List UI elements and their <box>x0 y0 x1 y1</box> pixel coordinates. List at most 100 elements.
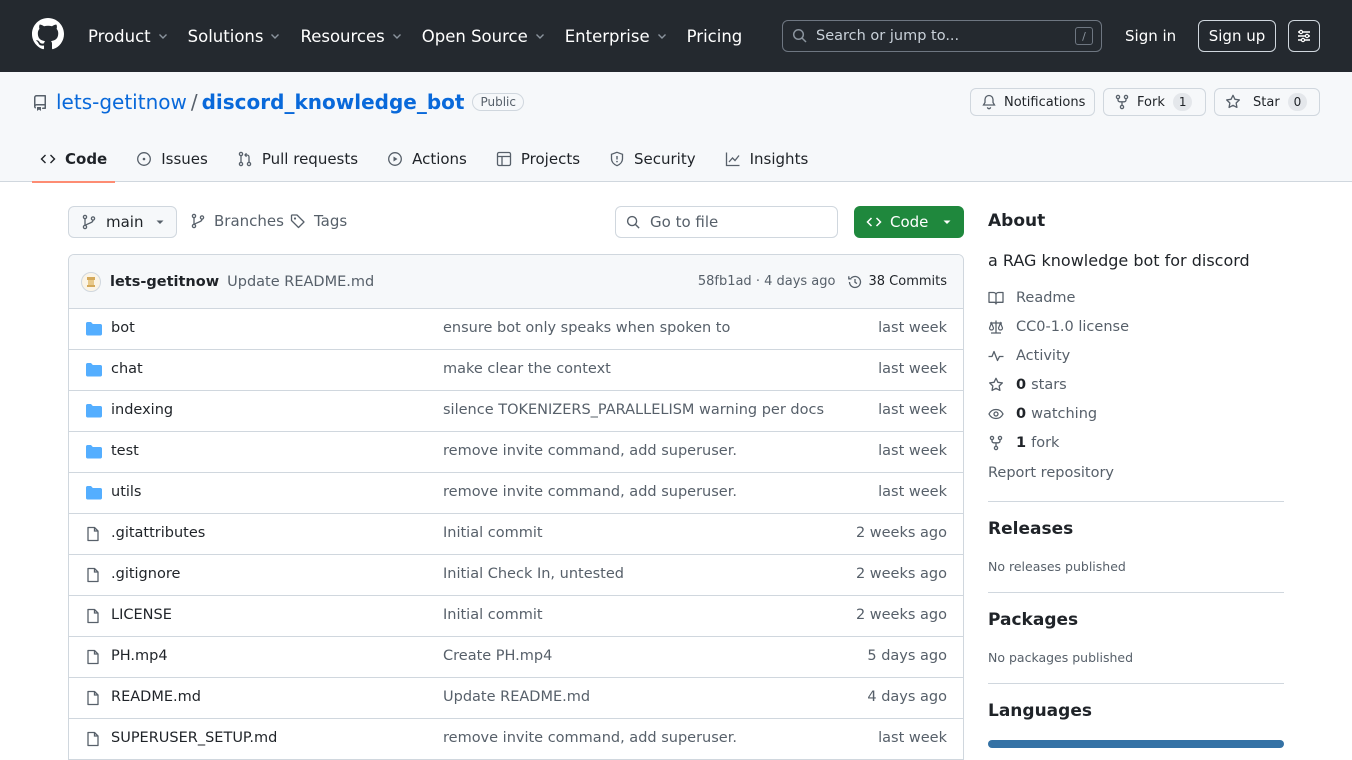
nav-enterprise-label: Enterprise <box>564 26 650 46</box>
nav-solutions-label: Solutions <box>187 26 264 46</box>
branches-label: Branches <box>214 212 284 230</box>
file-name[interactable]: README.md <box>111 689 201 705</box>
go-to-file-placeholder: Go to file <box>650 213 719 231</box>
tab-code[interactable]: Code <box>32 136 116 183</box>
packages-heading[interactable]: Packages <box>988 610 1078 630</box>
watching-link[interactable]: 0 watching <box>988 406 1097 422</box>
tab-issues-label: Issues <box>161 150 208 168</box>
file-commit-message[interactable]: Create PH.mp4 <box>443 648 552 664</box>
repo-separator: / <box>190 90 198 114</box>
commit-author[interactable]: lets-getitnow <box>110 274 219 290</box>
file-commit-message[interactable]: Initial Check In, untested <box>443 566 624 582</box>
go-to-file-input[interactable]: Go to file <box>615 206 838 238</box>
file-name[interactable]: indexing <box>111 402 173 418</box>
file-name[interactable]: .gitattributes <box>111 525 205 541</box>
table-row[interactable]: .gitattributes Initial commit 2 weeks ag… <box>69 514 963 555</box>
code-icon <box>866 214 882 230</box>
notifications-label: Notifications <box>1004 94 1086 110</box>
table-row[interactable]: LICENSE Initial commit 2 weeks ago <box>69 596 963 637</box>
table-row[interactable]: test remove invite command, add superuse… <box>69 432 963 473</box>
repo-name-link[interactable]: discord_knowledge_bot <box>202 90 465 114</box>
avatar[interactable] <box>81 271 101 292</box>
file-name[interactable]: test <box>111 443 139 459</box>
about-heading: About <box>988 211 1046 231</box>
repo-owner-link[interactable]: lets-getitnow <box>56 90 187 114</box>
file-commit-message[interactable]: Update README.md <box>443 689 590 705</box>
tags-link[interactable]: Tags <box>290 212 347 230</box>
fork-count: 1 <box>1016 435 1027 451</box>
pulse-icon <box>988 348 1004 364</box>
file-commit-message[interactable]: make clear the context <box>443 361 611 377</box>
tab-security[interactable]: Security <box>601 136 704 182</box>
stars-link[interactable]: 0 stars <box>988 377 1067 393</box>
fork-button[interactable]: Fork 1 <box>1103 88 1206 116</box>
file-date: last week <box>878 320 947 336</box>
commits-link[interactable]: 38 Commits <box>847 274 947 290</box>
nav-enterprise[interactable]: Enterprise <box>565 27 668 46</box>
tab-code-label: Code <box>65 150 108 168</box>
menu-button[interactable] <box>1288 20 1320 52</box>
code-dropdown-button[interactable]: Code <box>854 206 964 238</box>
caret-down-icon <box>942 217 952 227</box>
branch-icon <box>81 214 97 230</box>
activity-link[interactable]: Activity <box>988 348 1070 364</box>
file-name[interactable]: SUPERUSER_SETUP.md <box>111 730 277 746</box>
file-name[interactable]: bot <box>111 320 135 336</box>
file-commit-message[interactable]: Initial commit <box>443 525 543 541</box>
tab-insights-label: Insights <box>749 150 809 168</box>
report-repository-link[interactable]: Report repository <box>988 465 1114 481</box>
readme-link[interactable]: Readme <box>988 290 1075 306</box>
table-row[interactable]: indexing silence TOKENIZERS_PARALLELISM … <box>69 391 963 432</box>
repo-header: lets-getitnow / discord_knowledge_bot Pu… <box>0 72 1352 183</box>
repo-tabs: Code Issues Pull requests Actions Projec… <box>32 136 829 183</box>
commit-message[interactable]: Update README.md <box>227 274 698 290</box>
nav-resources[interactable]: Resources <box>300 27 402 46</box>
table-row[interactable]: PH.mp4 Create PH.mp4 5 days ago <box>69 637 963 678</box>
file-table: lets-getitnow Update README.md 58fb1ad ·… <box>68 254 964 760</box>
file-name[interactable]: LICENSE <box>111 607 172 623</box>
forks-link[interactable]: 1 fork <box>988 435 1059 451</box>
file-commit-message[interactable]: remove invite command, add superuser. <box>443 484 737 500</box>
graph-icon <box>725 151 741 167</box>
sign-up-button[interactable]: Sign up <box>1198 20 1276 52</box>
github-logo-icon[interactable] <box>32 18 64 50</box>
table-row[interactable]: utils remove invite command, add superus… <box>69 473 963 514</box>
notifications-button[interactable]: Notifications <box>970 88 1095 116</box>
table-row[interactable]: README.md Update README.md 4 days ago <box>69 678 963 719</box>
nav-pricing[interactable]: Pricing <box>687 27 743 46</box>
file-name[interactable]: utils <box>111 484 142 500</box>
commit-meta[interactable]: 58fb1ad · 4 days ago <box>698 274 836 289</box>
search-input[interactable]: Search or jump to... / <box>782 20 1102 52</box>
chevron-down-icon <box>157 30 169 42</box>
star-icon <box>988 377 1004 393</box>
releases-heading[interactable]: Releases <box>988 519 1073 539</box>
license-link[interactable]: CC0-1.0 license <box>988 319 1129 335</box>
branch-selector[interactable]: main <box>68 206 177 238</box>
branch-icon <box>190 213 206 229</box>
nav-open-source[interactable]: Open Source <box>422 27 546 46</box>
nav-solutions[interactable]: Solutions <box>188 27 282 46</box>
file-commit-message[interactable]: remove invite command, add superuser. <box>443 730 737 746</box>
nav-product[interactable]: Product <box>88 27 169 46</box>
fork-count: 1 <box>1172 93 1193 111</box>
file-name[interactable]: chat <box>111 361 143 377</box>
file-name[interactable]: PH.mp4 <box>111 648 168 664</box>
sign-in-link[interactable]: Sign in <box>1125 27 1176 45</box>
tab-insights[interactable]: Insights <box>717 136 817 182</box>
file-name[interactable]: .gitignore <box>111 566 180 582</box>
tab-pull-requests[interactable]: Pull requests <box>229 136 366 182</box>
star-button[interactable]: Star 0 <box>1214 88 1320 116</box>
table-row[interactable]: bot ensure bot only speaks when spoken t… <box>69 309 963 350</box>
file-commit-message[interactable]: silence TOKENIZERS_PARALLELISM warning p… <box>443 402 824 418</box>
repo-icon <box>32 95 48 111</box>
tab-projects[interactable]: Projects <box>488 136 588 182</box>
file-commit-message[interactable]: Initial commit <box>443 607 543 623</box>
table-row[interactable]: SUPERUSER_SETUP.md remove invite command… <box>69 719 963 760</box>
table-row[interactable]: chat make clear the context last week <box>69 350 963 391</box>
file-commit-message[interactable]: ensure bot only speaks when spoken to <box>443 320 730 336</box>
file-commit-message[interactable]: remove invite command, add superuser. <box>443 443 737 459</box>
table-row[interactable]: .gitignore Initial Check In, untested 2 … <box>69 555 963 596</box>
branches-link[interactable]: Branches <box>190 212 284 230</box>
tab-issues[interactable]: Issues <box>128 136 216 182</box>
tab-actions[interactable]: Actions <box>379 136 475 182</box>
